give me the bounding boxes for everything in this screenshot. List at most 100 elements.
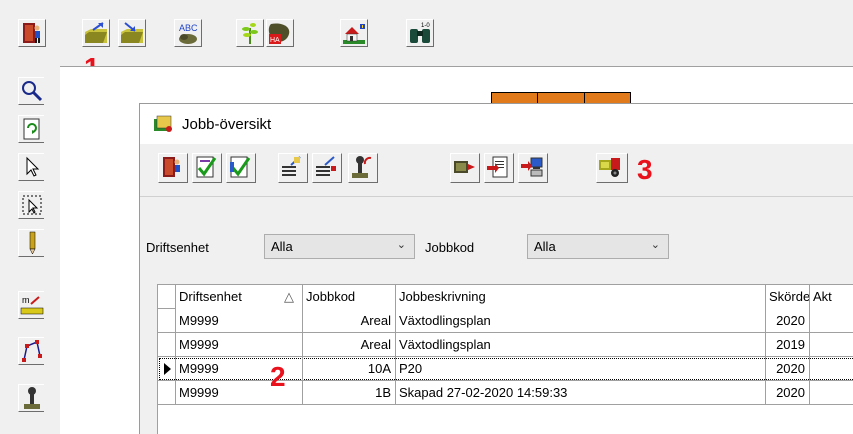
cell-skordear: 2020	[766, 309, 810, 333]
row-selector[interactable]	[158, 357, 176, 381]
driftsenhet-filter-value: Alla	[271, 239, 293, 254]
cell-jobbkod: 1B	[303, 381, 396, 405]
job-overview-window: Jobb-översikt 3 Driftsenhet Alla ⌄ Jobbk…	[139, 103, 853, 434]
folder-import-icon	[121, 22, 143, 43]
row-selector[interactable]	[158, 381, 176, 405]
farm-house-icon	[343, 24, 365, 44]
select-pointer-button[interactable]	[18, 153, 46, 181]
exit-door-icon	[163, 157, 180, 177]
annotation-marker-2: 2	[270, 361, 286, 392]
crop-button[interactable]	[236, 19, 264, 47]
chevron-down-icon: ⌄	[396, 239, 406, 251]
cell-akt	[810, 309, 853, 333]
row-selector[interactable]	[158, 309, 176, 333]
zoom-button[interactable]	[18, 77, 46, 105]
annotation-marker-3: 3	[637, 154, 653, 185]
driftsenhet-filter-label: Driftsenhet	[146, 240, 209, 255]
cell-skordear: 2020	[766, 381, 810, 405]
check-document-edit-icon	[230, 156, 251, 178]
pencil-button[interactable]	[18, 229, 46, 257]
window-exit-button[interactable]	[158, 153, 188, 183]
send-network-button[interactable]	[518, 153, 548, 183]
polygon-button[interactable]	[18, 337, 46, 365]
list-add-button[interactable]	[312, 153, 342, 183]
svg-text:ABC: ABC	[179, 23, 198, 33]
soil-sampler-icon	[352, 156, 372, 178]
cell-skordear: 2019	[766, 333, 810, 357]
list-edit-icon	[282, 156, 301, 176]
soil-sample-button[interactable]	[18, 384, 46, 412]
table-row[interactable]: M9999 1B Skapad 27-02-2020 14:59:33 2020	[158, 381, 853, 405]
window-app-icon	[154, 115, 172, 132]
table-row[interactable]: M9999 Areal Växtodlingsplan 2019	[158, 333, 853, 357]
window-title: Jobb-översikt	[182, 116, 272, 133]
soil-sample-icon	[24, 387, 40, 409]
cell-jobbeskrivning: Skapad 27-02-2020 14:59:33	[396, 381, 766, 405]
col-header-driftsenhet-label: Driftsenhet	[179, 289, 242, 304]
truck-export-icon	[454, 161, 475, 173]
export-document-button[interactable]	[484, 153, 514, 183]
cell-jobbeskrivning: Växtodlingsplan	[396, 333, 766, 357]
jobs-table: Driftsenhet △ Jobbkod Jobbeskrivning Skö…	[157, 284, 853, 434]
spreader-button[interactable]	[596, 153, 628, 183]
list-edit-button[interactable]	[278, 153, 308, 183]
col-header-driftsenhet[interactable]: Driftsenhet △	[176, 285, 303, 309]
import-button[interactable]	[118, 19, 146, 47]
jobbkod-filter-label: Jobbkod	[425, 240, 475, 255]
col-header-jobbkod[interactable]: Jobbkod	[303, 285, 396, 309]
measure-button[interactable]: m	[18, 291, 46, 319]
export-truck-button[interactable]	[450, 153, 480, 183]
left-toolbar: m	[0, 66, 46, 434]
select-region-button[interactable]	[18, 191, 46, 219]
table-row-selected[interactable]: M9999 10A P20 2020	[158, 357, 853, 381]
table-row[interactable]: M9999 Areal Växtodlingsplan 2020	[158, 309, 853, 333]
measure-label: m	[22, 295, 30, 305]
cell-jobbkod: 10A	[303, 357, 396, 381]
cell-driftsenhet: M9999	[176, 309, 303, 333]
svg-text:HA: HA	[270, 37, 280, 44]
document-export-icon	[487, 156, 508, 178]
open-button[interactable]	[82, 19, 110, 47]
cell-jobbeskrivning: Växtodlingsplan	[396, 309, 766, 333]
window-toolbar	[140, 144, 853, 198]
driftsenhet-filter-select[interactable]: Alla ⌄	[264, 234, 415, 259]
crop-plant-icon	[242, 23, 258, 44]
approve-edit-button[interactable]	[226, 153, 256, 183]
approve-button[interactable]	[192, 153, 222, 183]
jobbkod-filter-value: Alla	[534, 239, 556, 254]
spellcheck-button[interactable]: ABC	[174, 19, 202, 47]
pencil-icon	[29, 231, 36, 255]
main-toolbar: ABC HA 1-0	[0, 0, 853, 66]
table-header: Driftsenhet △ Jobbkod Jobbeskrivning Skö…	[158, 285, 853, 309]
refresh-button[interactable]	[18, 115, 46, 143]
farm-button[interactable]	[340, 19, 368, 47]
cell-skordear: 2020	[766, 357, 810, 381]
network-send-icon	[521, 157, 543, 177]
cell-jobbkod: Areal	[303, 309, 396, 333]
svg-text:1-0: 1-0	[421, 23, 430, 29]
jobbkod-filter-select[interactable]: Alla ⌄	[527, 234, 669, 259]
check-document-icon	[196, 156, 217, 178]
abc-spellcheck-icon: ABC	[179, 23, 198, 44]
exit-button[interactable]	[18, 19, 46, 47]
cell-jobbkod: Areal	[303, 333, 396, 357]
col-header-jobbeskrivning[interactable]: Jobbeskrivning	[396, 285, 766, 309]
toolbar-divider	[140, 196, 853, 197]
row-selector[interactable]	[158, 333, 176, 357]
left-separator	[44, 66, 60, 434]
row-selector-header	[158, 285, 176, 309]
field-button[interactable]: HA	[266, 19, 294, 47]
current-row-arrow-icon	[164, 363, 171, 375]
measure-ruler-icon: m	[20, 295, 44, 315]
soil-sampler-button[interactable]	[348, 153, 378, 183]
search-binoculars-button[interactable]: 1-0	[406, 19, 434, 47]
col-header-skordear[interactable]: Skördeå	[766, 285, 810, 309]
exit-door-icon	[23, 23, 40, 43]
spreader-machine-icon	[599, 158, 620, 177]
cell-driftsenhet: M9999	[176, 333, 303, 357]
pointer-arrow-icon	[26, 156, 40, 177]
list-add-icon	[316, 156, 336, 176]
col-header-akt[interactable]: Akt	[810, 285, 853, 309]
select-region-icon	[22, 195, 42, 215]
sort-ascending-icon: △	[284, 289, 294, 304]
